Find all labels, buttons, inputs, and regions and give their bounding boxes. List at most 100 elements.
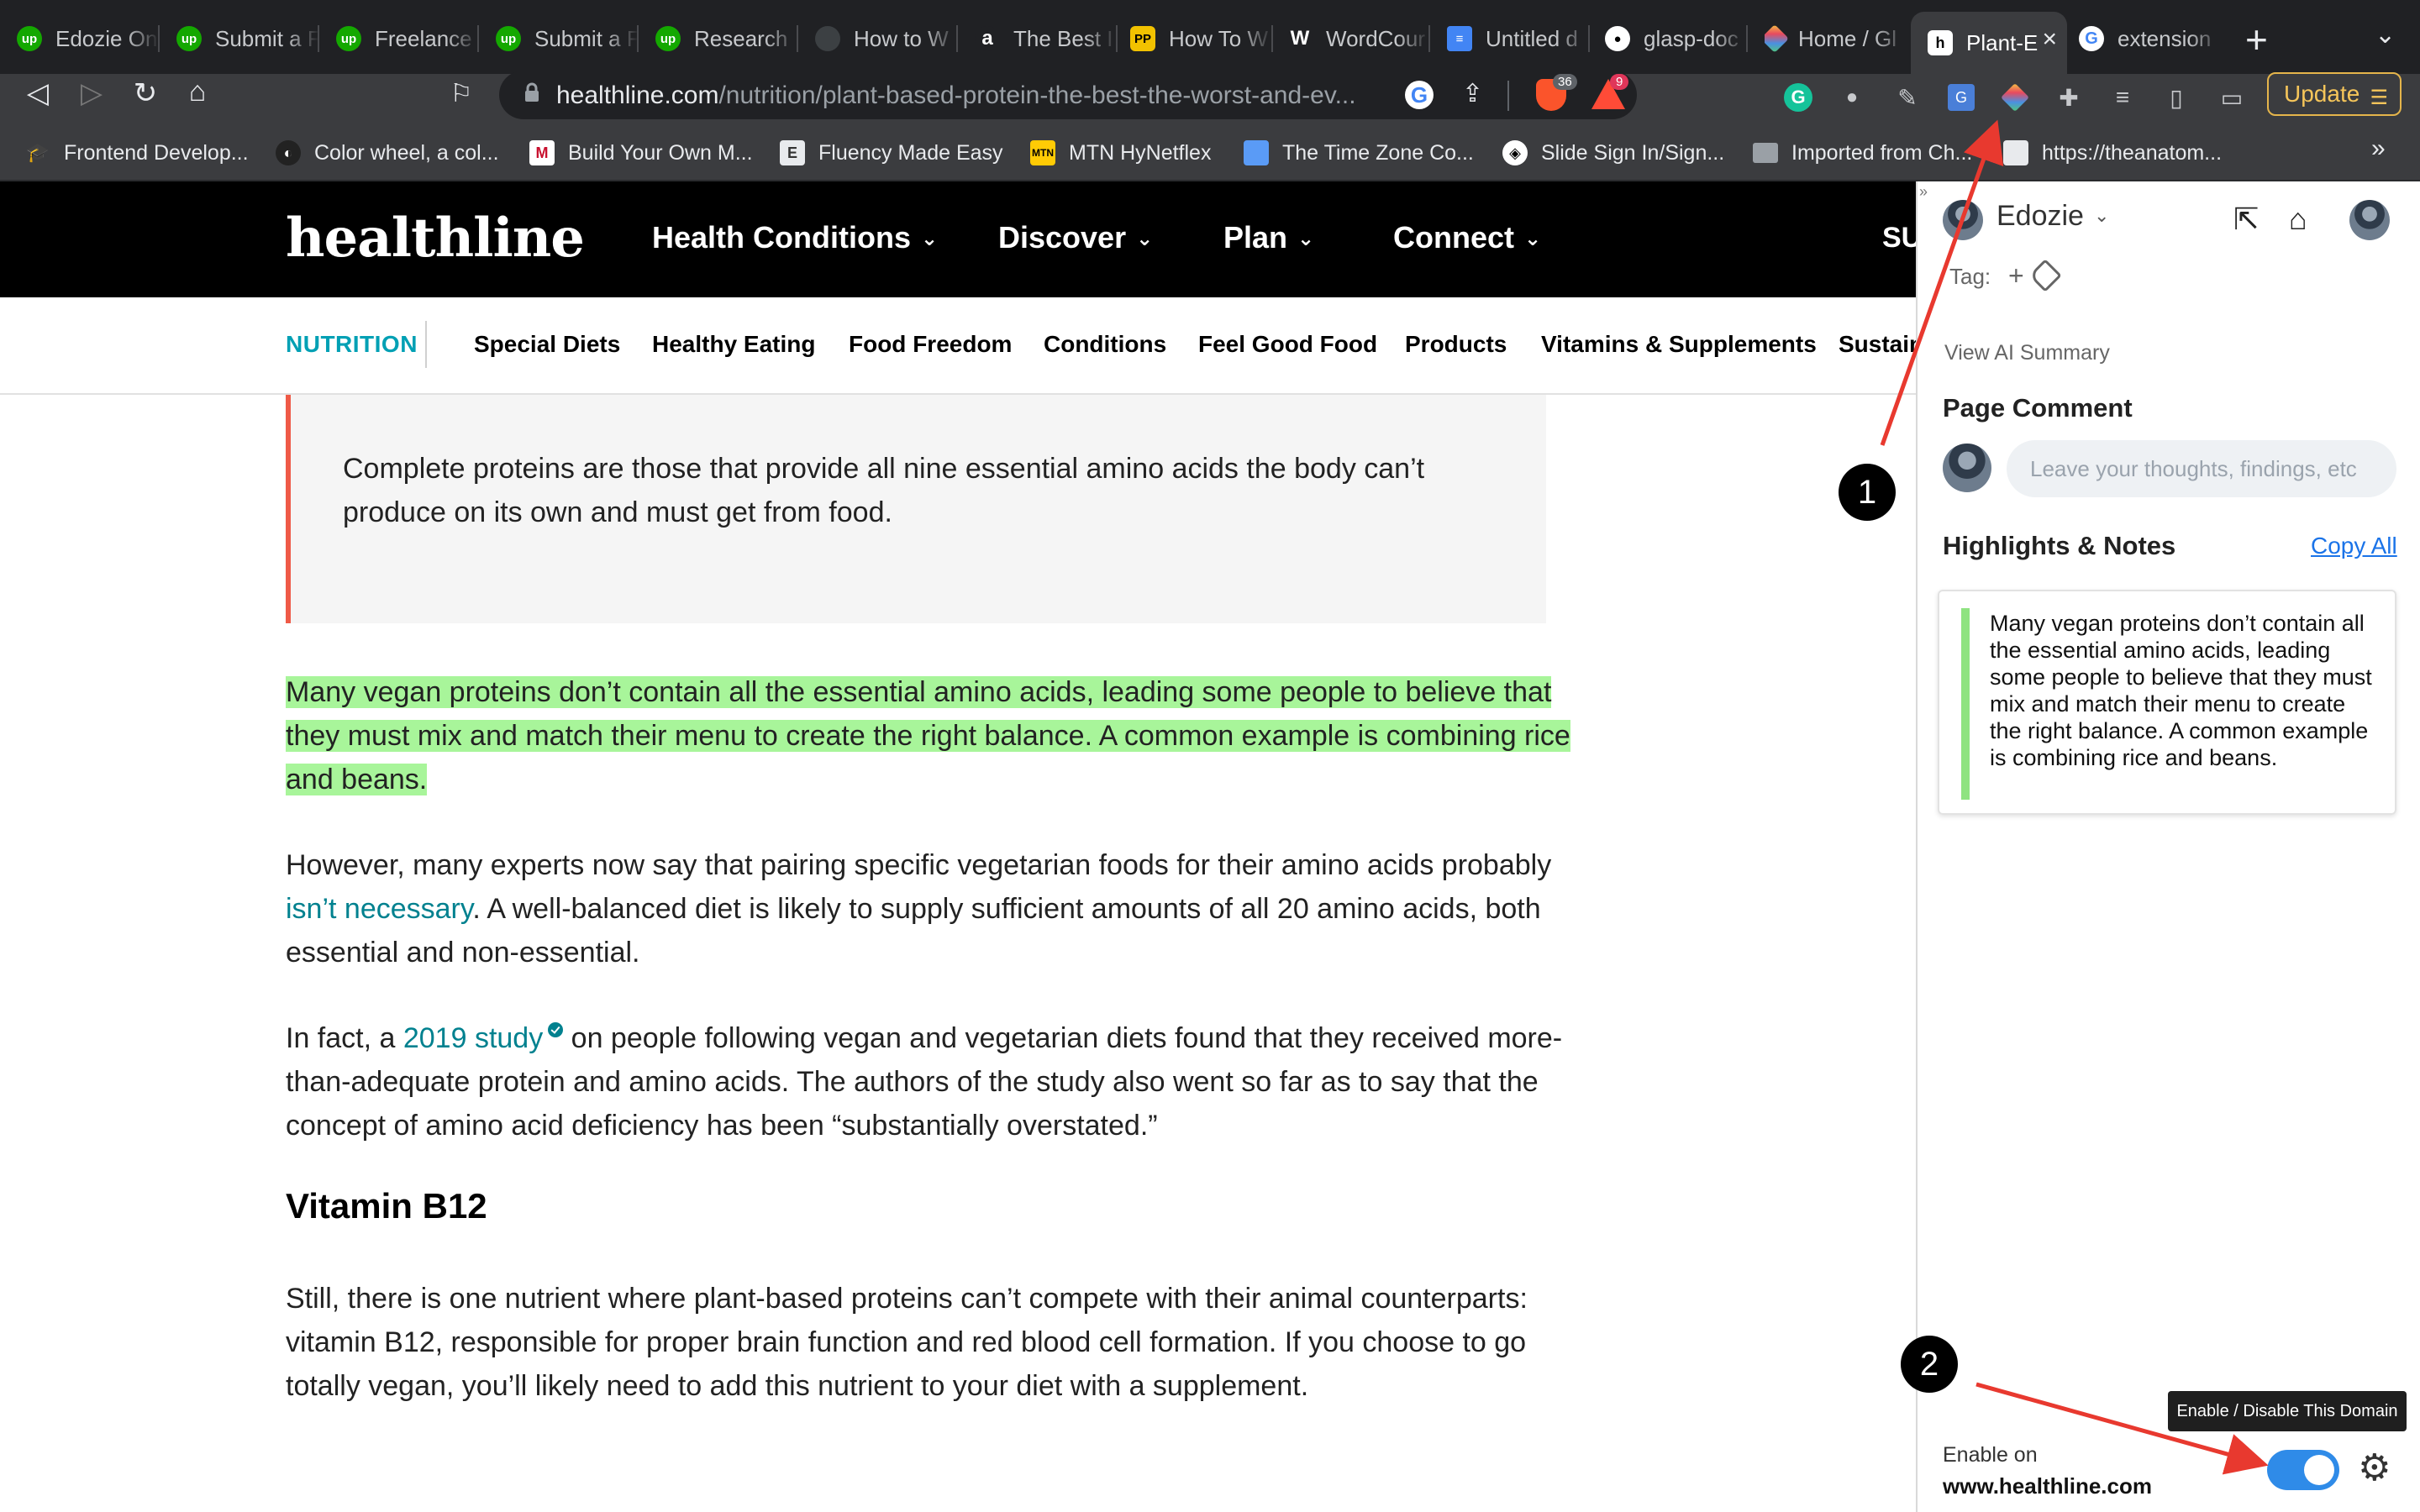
bookmark-item[interactable]: M Build Your Own M... (529, 136, 753, 170)
paragraph: However, many experts now say that pairi… (286, 849, 1552, 969)
healthline-logo[interactable]: healthline (286, 207, 585, 270)
tab-1[interactable]: up Submit a F (176, 15, 319, 62)
tab-3[interactable]: up Submit a F (496, 15, 639, 62)
bookmark-item[interactable]: https://theanatom... (2003, 136, 2222, 170)
bookmark-item[interactable]: ◐ Color wheel, a col... (276, 136, 499, 170)
menu-icon: ☰ (2370, 87, 2388, 109)
profile-avatar[interactable] (2349, 200, 2390, 240)
healthline-icon: h (1928, 30, 1953, 55)
bookmark-item[interactable]: Imported from Ch... (1753, 136, 1972, 170)
subnav-nutrition[interactable]: NUTRITION (286, 331, 418, 358)
tab-5[interactable]: How to W (815, 15, 958, 62)
section-heading: Vitamin B12 (286, 1186, 487, 1226)
graduation-cap-icon: 🎓 (26, 142, 50, 163)
tab-13[interactable]: Gextension (2079, 15, 2222, 62)
nav-connect[interactable]: Connect ⌄ (1393, 220, 1541, 255)
tab-9[interactable]: ≡ Untitled d (1447, 15, 1590, 62)
extensions-puzzle-icon[interactable]: ✚ (2052, 81, 2086, 114)
mtn-icon: MTN (1030, 140, 1055, 165)
page-comment-input[interactable] (2007, 440, 2396, 497)
subnav-food-freedom[interactable]: Food Freedom (849, 331, 1012, 358)
nav-health-conditions[interactable]: Health Conditions ⌄ (652, 220, 938, 255)
update-button[interactable]: Update ☰ (2267, 72, 2402, 116)
home-button[interactable]: ⌂ (178, 72, 217, 111)
bookmark-button[interactable]: ⚐ (442, 74, 481, 113)
close-tab-icon[interactable]: × (2042, 25, 2057, 54)
upwork-icon: up (655, 26, 681, 51)
tab-8[interactable]: W WordCour (1287, 15, 1430, 62)
more-bookmarks-button[interactable]: » (2371, 134, 2386, 163)
canva-icon: ◐ (276, 140, 301, 165)
upwork-icon: up (336, 26, 361, 51)
upwork-icon: up (17, 26, 42, 51)
verified-icon (548, 1021, 564, 1037)
bookmark-item[interactable]: E Fluency Made Easy (780, 136, 1003, 170)
view-ai-summary-link[interactable]: View AI Summary (1944, 341, 2110, 365)
home-icon[interactable]: ⌂ (2289, 202, 2307, 237)
collapse-sidebar-icon[interactable]: » (1919, 183, 1928, 201)
extension-mic-icon[interactable]: ● (1835, 81, 1869, 114)
side-panel-icon[interactable]: ▯ (2160, 81, 2193, 114)
tab-11[interactable]: Home / Gl (1765, 15, 1907, 62)
new-tab-button[interactable]: + (2245, 17, 2268, 62)
gear-icon[interactable]: ⚙ (2358, 1446, 2391, 1489)
avatar[interactable] (1943, 200, 1983, 240)
tab-2[interactable]: up Freelance (336, 15, 479, 62)
share-icon[interactable]: ⇱ (2233, 202, 2259, 237)
slide-icon: ◈ (1502, 140, 1528, 165)
forward-button[interactable]: ▷ (72, 74, 111, 113)
paragraph: In fact, a 2019 study on people followin… (286, 1021, 1563, 1142)
google-lens-icon[interactable]: G (1405, 81, 1434, 109)
add-tag-button[interactable]: + (2008, 260, 2024, 291)
study-link[interactable]: 2019 study (403, 1022, 543, 1054)
bookmark-item[interactable]: The Time Zone Co... (1244, 136, 1474, 170)
tab-7[interactable]: PP How To W (1130, 15, 1273, 62)
page-comment-title: Page Comment (1943, 393, 2133, 423)
wallet-icon[interactable]: ▭ (2215, 81, 2249, 114)
back-button[interactable]: ◁ (18, 74, 57, 113)
share-icon[interactable]: ⇪ (1462, 79, 1483, 108)
tab-10[interactable]: ● glasp-doc (1605, 15, 1748, 62)
subnav-special-diets[interactable]: Special Diets (474, 331, 620, 358)
nav-discover[interactable]: Discover ⌄ (998, 220, 1153, 255)
translate-icon[interactable]: G (1944, 81, 1978, 114)
user-dropdown[interactable]: Edozie ⌄ (1996, 200, 2109, 233)
e-icon: E (780, 140, 805, 165)
url-text: healthline.com/nutrition/plant-based-pro… (556, 81, 1356, 109)
highlighted-paragraph: Many vegan proteins don’t contain all th… (286, 670, 1580, 801)
tab-6[interactable]: a The Best I (975, 15, 1118, 62)
subnav-feel-good-food[interactable]: Feel Good Food (1198, 331, 1377, 358)
bookmark-item[interactable]: 🎓 Frontend Develop... (25, 136, 248, 170)
chevron-down-icon: ⌄ (921, 228, 939, 250)
glasp-extension-icon[interactable] (1998, 81, 2032, 114)
address-bar[interactable]: healthline.com/nutrition/plant-based-pro… (499, 71, 1637, 119)
chevron-down-icon: ⌄ (1136, 228, 1154, 250)
bookmark-item[interactable]: MTN MTN HyNetflex (1030, 136, 1211, 170)
chevron-down-icon: ⌄ (1297, 228, 1315, 250)
copy-all-link[interactable]: Copy All (2311, 533, 2397, 559)
upwork-icon: up (496, 26, 521, 51)
pp-icon: PP (1130, 26, 1155, 51)
highlight-card[interactable]: Many vegan proteins don’t contain all th… (1938, 590, 2396, 815)
reading-list-icon[interactable]: ≡ (2106, 81, 2139, 114)
tab-4[interactable]: up Research (655, 15, 798, 62)
subnav-products[interactable]: Products (1405, 331, 1507, 358)
tag-icon[interactable] (2028, 259, 2062, 292)
nav-plan[interactable]: Plan ⌄ (1223, 220, 1314, 255)
tab-0[interactable]: up Edozie On (17, 15, 160, 62)
reload-button[interactable]: ↻ (126, 74, 165, 113)
subnav-conditions[interactable]: Conditions (1044, 331, 1166, 358)
tab-active-healthline[interactable]: h Plant-E × (1911, 12, 2067, 74)
bookmark-item[interactable]: ◈ Slide Sign In/Sign... (1502, 136, 1724, 170)
subnav-healthy-eating[interactable]: Healthy Eating (652, 331, 815, 358)
glasp-highlight[interactable]: Many vegan proteins don’t contain all th… (286, 676, 1570, 795)
m-icon: M (529, 140, 555, 165)
folder-icon (1753, 143, 1778, 163)
tab-search-icon[interactable]: ⌄ (2375, 20, 2396, 50)
isnt-necessary-link[interactable]: isn’t necessary (286, 893, 472, 925)
subnav-vitamins-supplements[interactable]: Vitamins & Supplements (1541, 331, 1817, 358)
grammarly-icon[interactable]: G (1781, 81, 1815, 114)
domain-enable-toggle[interactable] (2267, 1450, 2339, 1490)
subnav-sustainability[interactable]: Sustain (1839, 331, 1923, 358)
pen-extension-icon[interactable]: ✎ (1891, 81, 1924, 114)
